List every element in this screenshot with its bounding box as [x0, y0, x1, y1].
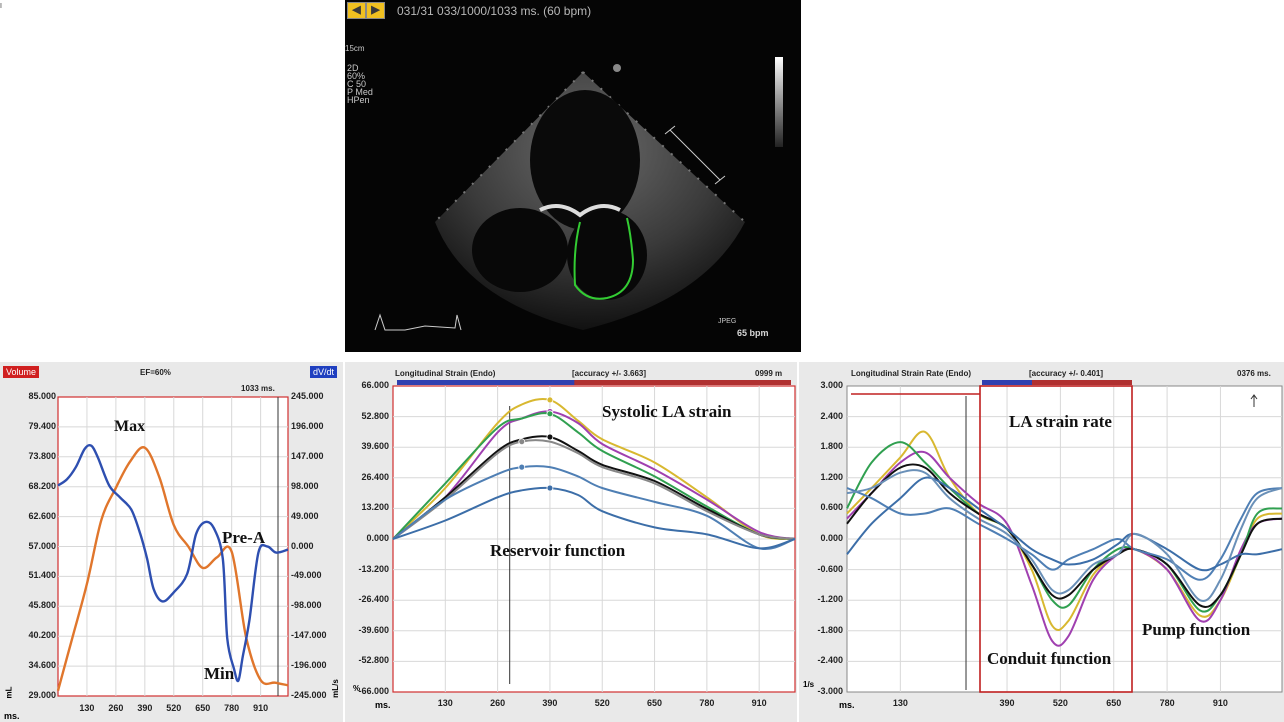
y-tick: 1.800	[820, 441, 843, 452]
x-tick: 910	[751, 698, 767, 708]
y-tick-left: 51.400	[28, 570, 56, 581]
accuracy-bar-high	[1032, 380, 1132, 385]
conduit-annotation: Conduit function	[987, 649, 1112, 668]
min-annotation: Min	[204, 664, 235, 683]
y-tick: 2.400	[820, 410, 843, 421]
peak-marker	[518, 438, 526, 446]
y-tick: -39.600	[358, 624, 389, 635]
y-tick-right: -98.000	[291, 600, 322, 611]
peak-marker	[546, 484, 554, 492]
max-annotation: Max	[114, 418, 146, 435]
y-tick-left: 29.000	[28, 690, 56, 700]
y-tick-left: 40.200	[28, 630, 56, 641]
x-tick: 390	[999, 698, 1015, 708]
y-tick-right: -245.000	[291, 690, 327, 700]
y-tick-left: 68.200	[28, 480, 56, 491]
y-tick-right: 49.000	[291, 510, 319, 521]
y-tick: -26.400	[358, 594, 389, 605]
y-tick-right: 147.000	[291, 450, 324, 461]
y-tick: -3.000	[817, 686, 843, 696]
y-tick-left: 85.000	[28, 391, 56, 401]
y-tick-right: -49.000	[291, 570, 322, 581]
y-tick: -2.400	[817, 655, 843, 666]
peak-marker	[546, 410, 554, 418]
y-tick-right: 196.000	[291, 420, 324, 431]
y-tick-left: 62.600	[28, 510, 56, 521]
la-rate-annotation: LA strain rate	[1009, 412, 1112, 431]
pre-a-annotation: Pre-A	[222, 528, 266, 547]
x-tick: 520	[1052, 698, 1068, 708]
x-tick: 390	[542, 698, 558, 708]
peak-marker	[546, 433, 554, 441]
x-tick: 520	[594, 698, 610, 708]
y-tick-left: 34.600	[28, 660, 56, 671]
y-tick: -1.200	[817, 594, 843, 605]
y-tick-right: 245.000	[291, 391, 324, 401]
y-tick-right: -147.000	[291, 630, 327, 641]
y-tick: -13.200	[358, 563, 389, 574]
y-tick-right: 98.000	[291, 480, 319, 491]
systolic-annotation: Systolic LA strain	[602, 402, 732, 421]
y-tick: 39.600	[361, 441, 389, 452]
heart-rate: 65 bpm	[737, 328, 769, 338]
y-tick-left: 79.400	[28, 420, 56, 431]
echo-image	[374, 64, 746, 331]
x-tick: 780	[1159, 698, 1175, 708]
peak-marker	[518, 463, 526, 471]
x-tick: 130	[437, 698, 453, 708]
pump-annotation: Pump function	[1142, 620, 1251, 639]
corner-mark: I	[0, 3, 2, 10]
strain-panel: Longitudinal Strain (Endo) [accuracy +/-…	[345, 362, 797, 722]
format-label: JPEG	[718, 318, 737, 325]
y-tick: -66.000	[358, 686, 389, 696]
y-tick: 66.000	[361, 380, 389, 390]
accuracy-bar-low	[397, 380, 575, 385]
y-tick-left: 73.800	[28, 450, 56, 461]
y-tick: 52.800	[361, 410, 389, 421]
x-tick: 780	[699, 698, 715, 708]
x-tick: 910	[1212, 698, 1228, 708]
y-tick: 26.400	[361, 471, 389, 482]
x-tick: 650	[1106, 698, 1122, 708]
y-tick: 0.000	[366, 533, 389, 543]
y-tick: 0.600	[820, 502, 843, 513]
y-tick: -0.600	[817, 563, 843, 574]
y-tick: 1.200	[820, 471, 843, 482]
y-tick-right: -196.000	[291, 660, 327, 671]
y-tick: -52.800	[358, 655, 389, 666]
x-tick: 910	[253, 703, 269, 713]
y-tick: 0.000	[820, 533, 843, 543]
y-tick-left: 57.000	[28, 540, 56, 551]
x-tick: 130	[892, 698, 908, 708]
y-tick: 3.000	[820, 380, 843, 390]
y-tick: 13.200	[361, 502, 389, 513]
y-tick-right: 0.000	[291, 540, 314, 551]
x-tick: 650	[647, 698, 663, 708]
peak-marker	[546, 396, 554, 404]
echo-viewer[interactable]: ◀ ▶ 031/31 033/1000/1033 ms. (60 bpm) 15…	[345, 0, 801, 352]
y-tick-left: 45.800	[28, 600, 56, 611]
y-tick: -1.800	[817, 624, 843, 635]
volume-panel: Volume EF=60% dV/dt 1033 ms. mL mL/s ms.…	[0, 362, 343, 722]
reservoir-annotation: Reservoir function	[490, 541, 626, 560]
x-tick: 260	[490, 698, 506, 708]
strain-rate-panel: Longitudinal Strain Rate (Endo) [accurac…	[799, 362, 1284, 722]
